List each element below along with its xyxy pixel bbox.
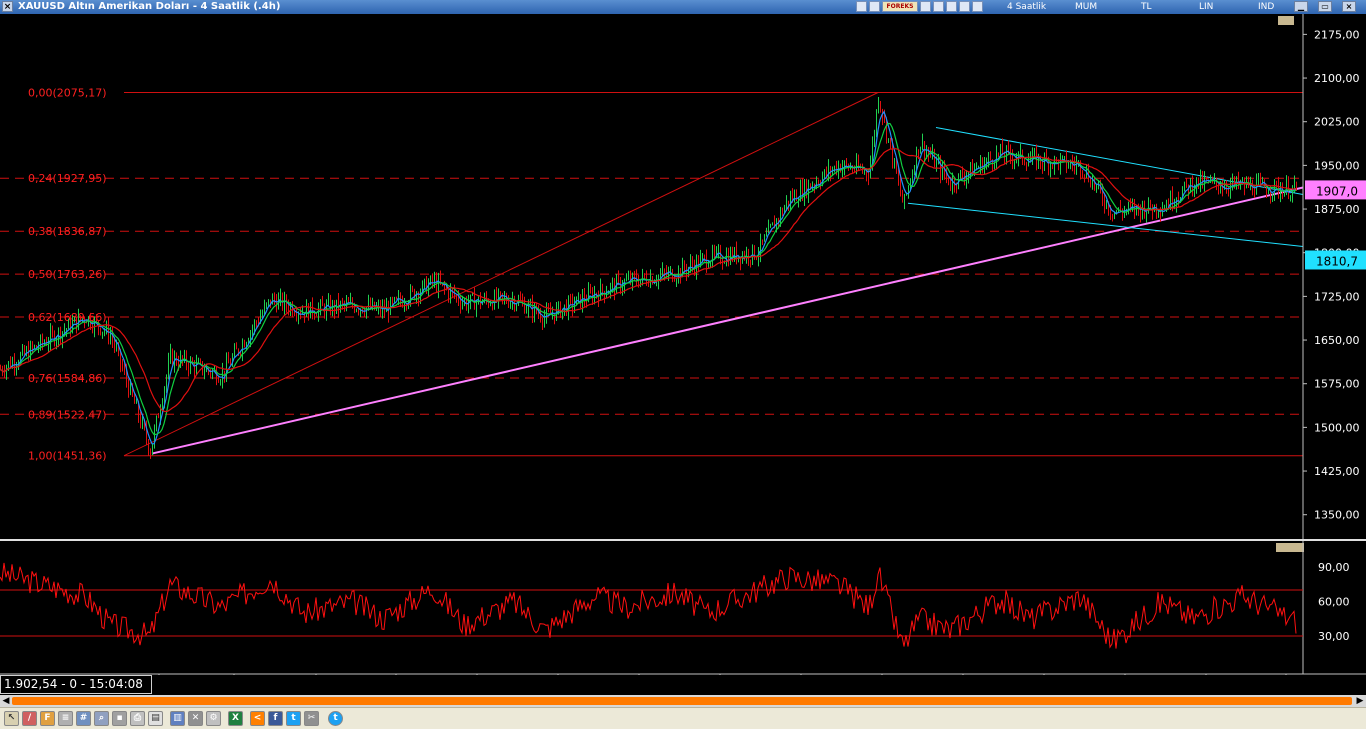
cursor-icon[interactable]: ↖ [4, 711, 19, 726]
price-chart[interactable]: 0,00(2075,17) 0,24(1927,95) 0,38(1836,87) 0… [0, 14, 1366, 675]
indicators-ind[interactable]: IND [1258, 0, 1274, 14]
grid-icon[interactable] [920, 1, 931, 12]
draw-icon[interactable] [933, 1, 944, 12]
rsi-label: 30,00 [1318, 630, 1350, 643]
scrollbar-thumb[interactable] [12, 697, 1352, 705]
save-icon[interactable]: ▪ [112, 711, 127, 726]
fib-label-7: 1,00(1451,36) [28, 450, 107, 463]
fib-label-1: 0,24(1927,95) [28, 172, 107, 185]
chart-icon[interactable] [856, 1, 867, 12]
line-tool-icon[interactable]: / [22, 711, 37, 726]
print-icon[interactable]: ⎙ [130, 711, 145, 726]
price-label: 1425,00 [1314, 465, 1360, 478]
fib-label-0: 0,00(2075,17) [28, 87, 107, 100]
grid-tool-icon[interactable]: # [76, 711, 91, 726]
price-label: 1650,00 [1314, 334, 1360, 347]
channel-tool-icon[interactable]: ≡ [58, 711, 73, 726]
panel-maximize-icon [1278, 16, 1294, 25]
scroll-right-icon[interactable]: ▶ [1354, 695, 1366, 707]
horizontal-scrollbar[interactable]: ◀ ▶ [0, 695, 1366, 707]
marker-price-text: 1810,7 [1316, 254, 1358, 268]
price-label: 1350,00 [1314, 509, 1360, 522]
window-titlebar: × XAUUSD Altın Amerikan Doları - 4 Saatl… [0, 0, 1366, 14]
close-icon[interactable]: × [2, 1, 13, 12]
bottom-toolbar: ↖ / F ≡ # ⌕ ▪ ⎙ ▤ ▥ ✕ ⚙ X < f t ✂ t [0, 707, 1366, 729]
price-label: 2175,00 [1314, 28, 1360, 41]
facebook-icon[interactable]: f [268, 711, 283, 726]
window-close-icon[interactable]: × [1342, 1, 1356, 12]
scale-lin[interactable]: LIN [1199, 0, 1213, 14]
period-selector[interactable]: 4 Saatlik [1007, 0, 1046, 14]
price-label: 1575,00 [1314, 378, 1360, 391]
chart-type-mum[interactable]: MUM [1075, 0, 1097, 14]
currency-tl[interactable]: TL [1141, 0, 1152, 14]
fib-tool-icon[interactable]: F [40, 711, 55, 726]
twitter-circle-icon[interactable]: t [328, 711, 343, 726]
restore-icon[interactable]: ▭ [1318, 1, 1332, 12]
tools-icon[interactable] [959, 1, 970, 12]
price-label: 1875,00 [1314, 203, 1360, 216]
price-label: 1725,00 [1314, 290, 1360, 303]
status-readout: 1.902,54 - 0 - 15:04:08 [0, 675, 152, 694]
current-price-text: 1907,0 [1316, 184, 1358, 198]
fib-label-2: 0,38(1836,87) [28, 225, 107, 238]
tools2-icon[interactable]: ✂ [304, 711, 319, 726]
document-icon[interactable]: ▤ [148, 711, 163, 726]
rsi-panel-buttons-icon [1276, 543, 1304, 552]
tools-icon-bottom[interactable]: ⚙ [206, 711, 221, 726]
fib-label-3: 0,50(1763,26) [28, 268, 107, 281]
delete-icon[interactable]: ✕ [188, 711, 203, 726]
zoom-icon[interactable]: ⌕ [94, 711, 109, 726]
database-icon[interactable]: ▥ [170, 711, 185, 726]
price-label: 1500,00 [1314, 421, 1360, 434]
minimize-icon[interactable]: ▁ [1294, 1, 1308, 12]
list-icon[interactable] [869, 1, 880, 12]
foreks-logo: FOREKS [882, 1, 918, 12]
price-label: 2025,00 [1314, 116, 1360, 129]
price-label: 1950,00 [1314, 159, 1360, 172]
settings-icon[interactable] [972, 1, 983, 12]
scroll-left-icon[interactable]: ◀ [0, 695, 12, 707]
twitter-icon[interactable]: t [286, 711, 301, 726]
rsi-label: 90,00 [1318, 561, 1350, 574]
fib-label-5: 0,76(1584,86) [28, 372, 107, 385]
window-title: XAUUSD Altın Amerikan Doları - 4 Saatlik… [18, 1, 281, 12]
toolbar-icons: FOREKS [856, 1, 983, 13]
pencil-icon[interactable] [946, 1, 957, 12]
price-label: 2100,00 [1314, 72, 1360, 85]
fib-label-6: 0,89(1522,47) [28, 408, 107, 421]
share-icon[interactable]: < [250, 711, 265, 726]
price-axis-bg [1303, 14, 1366, 540]
excel-icon[interactable]: X [228, 711, 243, 726]
rsi-label: 60,00 [1318, 596, 1350, 609]
